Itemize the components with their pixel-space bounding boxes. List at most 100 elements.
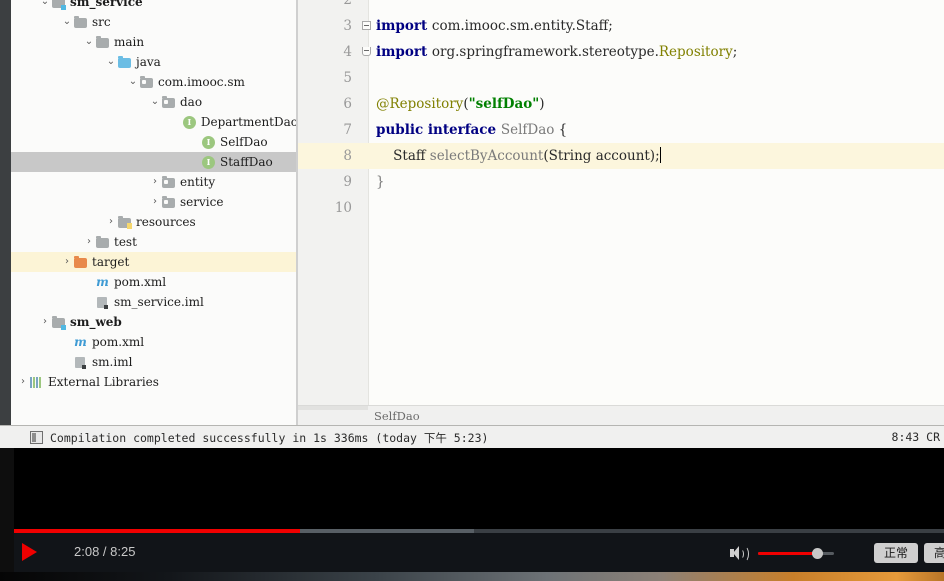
tree-item-label: sm_service.iml (114, 295, 204, 309)
volume-slider-track[interactable] (758, 548, 834, 559)
code-line-3[interactable]: 3 import com.imooc.sm.entity.Staff; (298, 13, 944, 39)
code-line-9[interactable]: 9} (298, 169, 944, 195)
tree-item-label: pom.xml (114, 275, 167, 289)
tree-item-label: StaffDao (220, 155, 273, 169)
code-line-4[interactable]: 4 import org.springframework.stereotype.R… (298, 39, 944, 65)
tree-item-departmentdao[interactable]: I DepartmentDao (11, 112, 298, 132)
tree-item-sm-web[interactable]: › sm_web (11, 312, 298, 332)
tree-item-dao[interactable]: ⌄ dao (11, 92, 298, 112)
code-line-6[interactable]: 6 @Repository("selfDao") (298, 91, 944, 117)
fold-marker-icon[interactable] (362, 21, 371, 30)
package-icon (161, 95, 176, 109)
tree-item-src[interactable]: ⌄ src (11, 12, 298, 32)
maven-icon: m (74, 335, 87, 349)
code-text: Staff selectByAccount(String account); (376, 147, 661, 164)
code-line-10[interactable]: 10 (298, 195, 944, 221)
maven-icon: m (96, 275, 109, 289)
tree-twisty[interactable]: › (149, 197, 161, 207)
volume-slider-knob[interactable] (812, 548, 824, 559)
tree-twisty[interactable]: ⌄ (83, 37, 95, 47)
tree-item-staffdao[interactable]: I StaffDao (11, 152, 298, 172)
line-number: 10 (334, 200, 352, 216)
tree-item-main[interactable]: ⌄ main (11, 32, 298, 52)
tree-twisty[interactable]: › (61, 257, 73, 267)
tree-item-sm-iml[interactable]: sm.iml (11, 352, 298, 372)
package-icon (161, 175, 176, 189)
play-icon[interactable] (22, 543, 37, 561)
tree-twisty[interactable]: › (17, 377, 29, 387)
tree-item-resources[interactable]: › resources (11, 212, 298, 232)
line-number: 2 (343, 0, 352, 8)
tree-item-sm-service[interactable]: ⌄ sm_service (11, 0, 298, 12)
line-number: 5 (343, 70, 352, 86)
code-line-7[interactable]: 7 public interface SelfDao { (298, 117, 944, 143)
video-surface[interactable] (14, 448, 944, 531)
tree-twisty[interactable]: ⌄ (39, 0, 51, 7)
volume-icon[interactable] (730, 545, 749, 562)
tree-item-com-imooc-sm[interactable]: ⌄ com.imooc.sm (11, 72, 298, 92)
caret-position-indicator[interactable]: 8:43 CR (892, 430, 940, 444)
code-text: import org.springframework.stereotype.Re… (376, 44, 738, 60)
external-libraries-icon (29, 375, 44, 389)
code-line-5[interactable]: 5 (298, 65, 944, 91)
iml-file-icon (73, 355, 88, 369)
tree-twisty[interactable]: ⌄ (61, 17, 73, 27)
line-number: 8 (343, 148, 352, 164)
tool-window-strip (0, 0, 11, 425)
tree-item-target[interactable]: › target (11, 252, 298, 272)
module-folder-icon (51, 0, 66, 10)
code-editor[interactable]: 2 3 import com.imooc.sm.entity.Staff; 4 impo… (298, 0, 944, 405)
breadcrumb-selfdao[interactable]: SelfDao (374, 409, 420, 423)
breadcrumb-bar: SelfDao (298, 405, 944, 425)
tree-item-selfdao[interactable]: I SelfDao (11, 132, 298, 152)
line-number: 6 (343, 96, 352, 112)
line-number: 7 (343, 122, 352, 138)
code-line-2[interactable]: 2 (298, 0, 944, 13)
tree-item-test[interactable]: › test (11, 232, 298, 252)
text-caret (659, 147, 661, 163)
desktop-bottom-edge (0, 572, 944, 581)
quality-button-secondary[interactable]: 高清 (923, 543, 944, 563)
line-number: 4 (343, 44, 352, 60)
folder-resources-icon (117, 215, 132, 229)
line-number: 3 (343, 18, 352, 34)
volume-slider-fill (758, 552, 818, 555)
tree-item-label: com.imooc.sm (158, 75, 245, 89)
tree-item-java[interactable]: ⌄ java (11, 52, 298, 72)
quality-button[interactable]: 正常 (873, 543, 918, 563)
editor-tab-stub (298, 406, 368, 410)
tree-twisty[interactable]: › (83, 237, 95, 247)
tree-twisty[interactable]: › (39, 317, 51, 327)
tree-twisty[interactable]: ⌄ (127, 77, 139, 87)
tree-item-sm-service-iml[interactable]: sm_service.iml (11, 292, 298, 312)
tree-item-label: java (136, 55, 161, 69)
project-tree[interactable]: ⌄ sm_service ⌄ src ⌄ main ⌄ java ⌄ com.imooc.sm ⌄ d… (11, 0, 298, 392)
fold-marker-icon[interactable] (362, 47, 371, 56)
project-tool-window[interactable]: ⌄ sm_service ⌄ src ⌄ main ⌄ java ⌄ com.imooc.sm ⌄ d… (11, 0, 298, 425)
tree-twisty[interactable]: ⌄ (105, 57, 117, 67)
tree-item-entity[interactable]: › entity (11, 172, 298, 192)
tree-item-label: SelfDao (220, 135, 268, 149)
interface-icon: I (201, 135, 216, 149)
package-icon (139, 75, 154, 89)
tree-item-pom-xml[interactable]: m pom.xml (11, 272, 298, 292)
iml-file-icon (95, 295, 110, 309)
tree-twisty[interactable]: › (105, 217, 117, 227)
video-player[interactable]: 2:08 / 8:25 正常 高清 (0, 448, 944, 581)
tree-item-external-libraries[interactable]: › External Libraries (11, 372, 298, 392)
tree-item-label: test (114, 235, 137, 249)
tree-item-label: sm_web (70, 315, 122, 329)
tree-twisty[interactable]: ⌄ (149, 97, 161, 107)
code-text: import com.imooc.sm.entity.Staff; (376, 18, 613, 34)
tree-item-label: target (92, 255, 130, 269)
code-lines[interactable]: 2 3 import com.imooc.sm.entity.Staff; 4 impo… (298, 0, 944, 405)
interface-icon: I (201, 155, 216, 169)
screen-root: ⌄ sm_service ⌄ src ⌄ main ⌄ java ⌄ com.imooc.sm ⌄ d… (0, 0, 944, 581)
player-controls: 2:08 / 8:25 正常 高清 (14, 533, 944, 573)
tree-item-label: dao (180, 95, 203, 109)
tree-twisty[interactable]: › (149, 177, 161, 187)
code-line-8[interactable]: 8 Staff selectByAccount(String account); (298, 143, 944, 169)
tree-item-service[interactable]: › service (11, 192, 298, 212)
tree-item-label: service (180, 195, 224, 209)
tree-item-pom-xml[interactable]: m pom.xml (11, 332, 298, 352)
